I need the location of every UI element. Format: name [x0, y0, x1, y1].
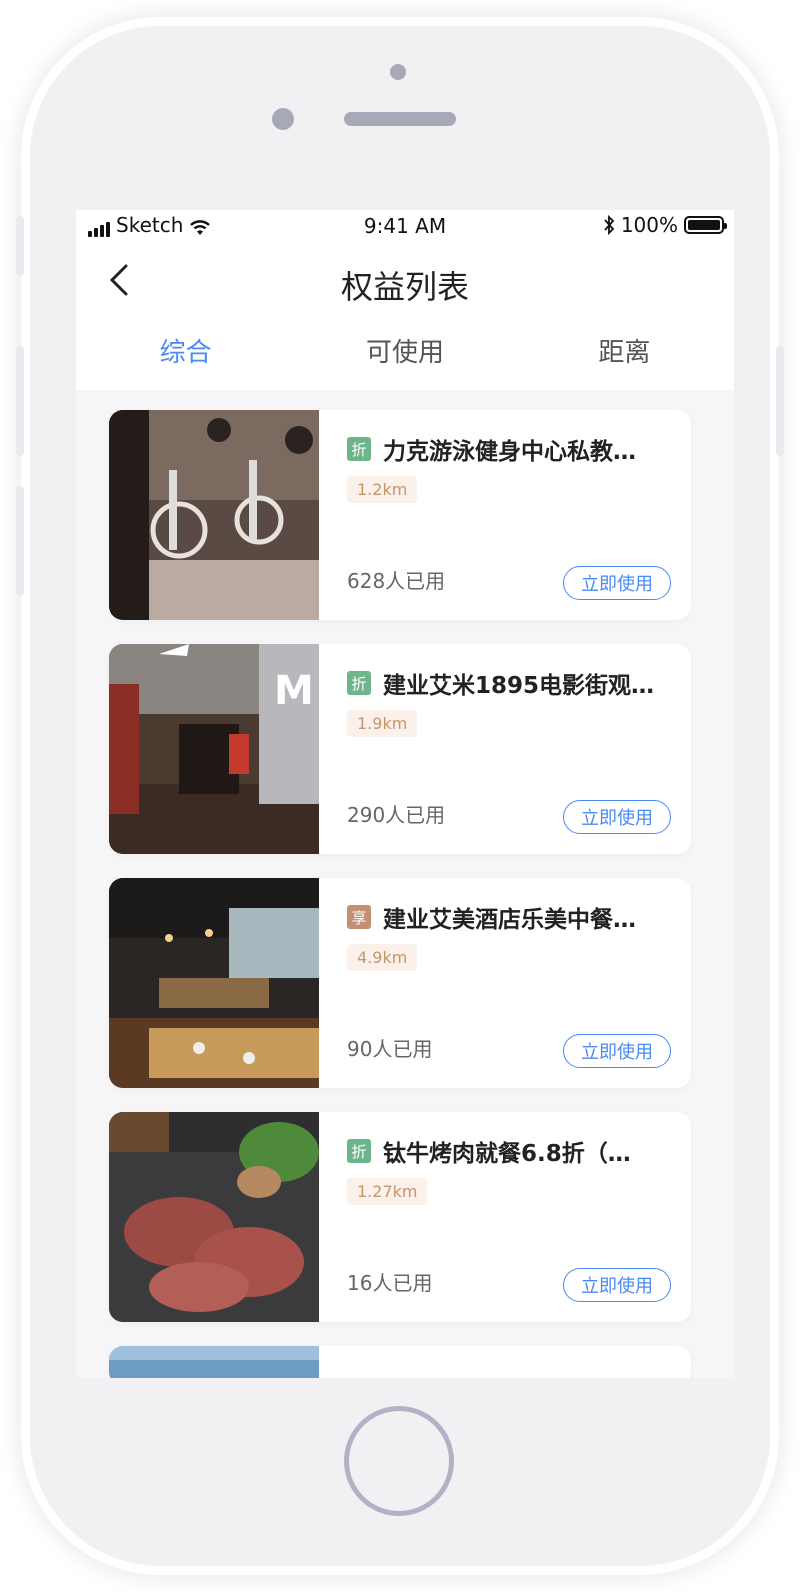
use-now-button[interactable]: 立即使用 — [563, 1034, 671, 1068]
volume-down-button — [16, 486, 24, 596]
partial-photo — [109, 1346, 319, 1378]
bluetooth-icon — [604, 215, 615, 235]
distance-badge: 4.9km — [347, 944, 418, 971]
distance-badge: 1.27km — [347, 1178, 428, 1205]
card-body: 折 力克游泳健身中心私教… 1.2km 628人已用 立即使用 — [347, 410, 671, 620]
status-bar: Sketch 9:41 AM 100% — [76, 210, 734, 240]
title-row: 享 建业艾美酒店乐美中餐… — [347, 900, 667, 934]
proximity-sensor — [390, 64, 406, 80]
svg-text:M: M — [274, 668, 314, 714]
item-title: 钛牛烤肉就餐6.8折（… — [383, 1141, 631, 1167]
enjoy-tag-icon: 享 — [347, 905, 371, 929]
list-item[interactable]: 折 钛牛烤肉就餐6.8折（… 1.27km 16人已用 立即使用 — [109, 1112, 691, 1322]
earpiece-speaker — [344, 112, 456, 126]
card-body: 折 钛牛烤肉就餐6.8折（… 1.27km 16人已用 立即使用 — [347, 1112, 671, 1322]
item-title: 建业艾米1895电影街观… — [383, 673, 655, 699]
use-now-button[interactable]: 立即使用 — [563, 566, 671, 600]
discount-tag-icon: 折 — [347, 671, 371, 695]
tab-available[interactable]: 可使用 — [295, 320, 514, 390]
restaurant-photo — [109, 878, 319, 1088]
gym-photo — [109, 410, 319, 620]
discount-tag-icon: 折 — [347, 1139, 371, 1163]
title-row: 折 钛牛烤肉就餐6.8折（… — [347, 1134, 667, 1168]
battery-percentage: 100% — [620, 213, 678, 237]
distance-badge: 1.9km — [347, 710, 418, 737]
power-button — [776, 346, 784, 456]
volume-up-button — [16, 346, 24, 456]
list-item[interactable]: 折 力克游泳健身中心私教… 1.2km 628人已用 立即使用 — [109, 410, 691, 620]
distance-badge: 1.2km — [347, 476, 418, 503]
used-count: 628人已用 — [347, 569, 446, 593]
item-title: 力克游泳健身中心私教… — [383, 439, 636, 465]
list-item[interactable]: M 折 建业艾米1895电影街观… 1.9km 290人已用 立即使用 — [109, 644, 691, 854]
front-camera — [272, 108, 294, 130]
title-row: 折 力克游泳健身中心私教… — [347, 432, 667, 466]
battery-icon — [684, 216, 727, 234]
status-bar-right: 100% — [603, 213, 727, 237]
benefit-list: 折 力克游泳健身中心私教… 1.2km 628人已用 立即使用 M 折 建业艾米… — [109, 410, 691, 1378]
tab-comprehensive[interactable]: 综合 — [76, 320, 295, 390]
navigation-bar: 权益列表 — [76, 240, 734, 320]
steak-photo — [109, 1112, 319, 1322]
use-now-button[interactable]: 立即使用 — [563, 1268, 671, 1302]
mute-switch — [16, 216, 24, 276]
tab-distance[interactable]: 距离 — [515, 320, 734, 390]
list-item-partial[interactable] — [109, 1346, 691, 1378]
title-row: 折 建业艾米1895电影街观… — [347, 666, 667, 700]
used-count: 16人已用 — [347, 1271, 433, 1295]
app-screen: Sketch 9:41 AM 100% 权益列表 综合 可使用 距离 折 力克游… — [76, 210, 734, 1378]
item-title: 建业艾美酒店乐美中餐… — [383, 907, 636, 933]
filter-tabs: 综合 可使用 距离 — [76, 320, 734, 390]
use-now-button[interactable]: 立即使用 — [563, 800, 671, 834]
used-count: 90人已用 — [347, 1037, 433, 1061]
card-body: 享 建业艾美酒店乐美中餐… 4.9km 90人已用 立即使用 — [347, 878, 671, 1088]
discount-tag-icon: 折 — [347, 437, 371, 461]
home-button[interactable] — [344, 1406, 454, 1516]
cinema-photo: M — [109, 644, 319, 854]
card-body: 折 建业艾米1895电影街观… 1.9km 290人已用 立即使用 — [347, 644, 671, 854]
page-title: 权益列表 — [340, 268, 469, 306]
list-item[interactable]: 享 建业艾美酒店乐美中餐… 4.9km 90人已用 立即使用 — [109, 878, 691, 1088]
used-count: 290人已用 — [347, 803, 446, 827]
